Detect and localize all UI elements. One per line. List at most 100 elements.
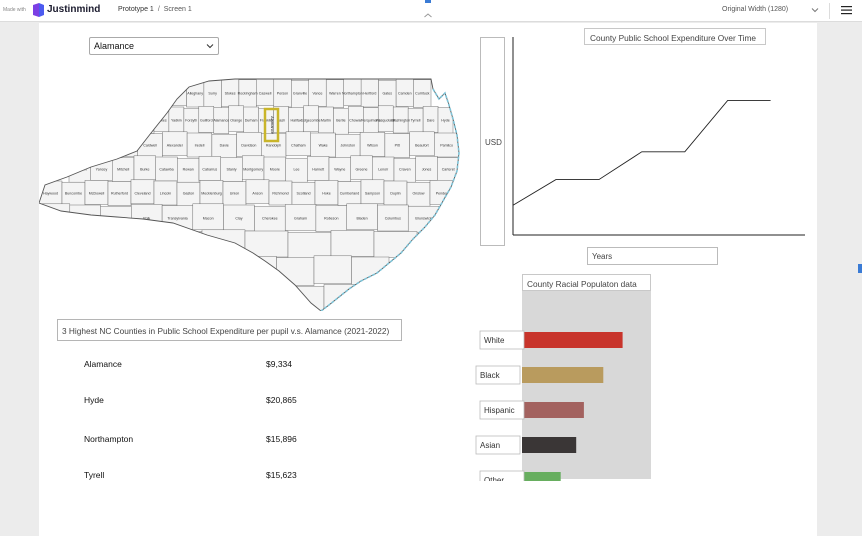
county-shape[interactable] xyxy=(313,255,352,285)
county-label: Mitchell xyxy=(117,168,129,172)
county-label: Rutherford xyxy=(111,192,128,196)
toolbar-divider xyxy=(829,3,830,19)
breadcrumb-screen[interactable]: Screen 1 xyxy=(164,6,192,13)
county-label: Chatham xyxy=(291,144,306,148)
county-label: Stanly xyxy=(227,168,237,172)
county-shape[interactable] xyxy=(287,231,332,259)
county-label: Carteret xyxy=(442,168,455,172)
prototype-canvas: Alamance Ashe Alleghany Surry Stokes Rocking… xyxy=(39,23,817,536)
county-shape[interactable] xyxy=(153,105,170,133)
county-shape[interactable] xyxy=(112,132,138,157)
county-label: Yadkin xyxy=(171,119,182,123)
county-shape[interactable] xyxy=(201,229,246,257)
county-shape[interactable] xyxy=(238,256,277,285)
county-label: Avery xyxy=(121,144,130,148)
top-bar: Made with Justinmind Prototype 1/ Screen … xyxy=(0,0,862,22)
bar-hispanic xyxy=(522,402,584,418)
county-shape[interactable] xyxy=(138,107,155,134)
county-label: Alexander xyxy=(167,144,184,148)
county-label: Catawba xyxy=(159,168,173,172)
county-label: Craven xyxy=(399,168,411,172)
county-label: Cabarrus xyxy=(202,168,217,172)
county-label: Warren xyxy=(329,92,341,96)
expenditure-highlights-title: 3 Highest NC Counties in Public School E… xyxy=(57,319,402,341)
county-name: Northampton xyxy=(84,434,134,444)
county-label: Duplin xyxy=(390,192,400,196)
county-label: Lee xyxy=(294,168,300,172)
collapse-toolbar-icon[interactable] xyxy=(421,0,435,22)
breadcrumb-prototype[interactable]: Prototype 1 xyxy=(118,6,154,13)
justinmind-logo-icon xyxy=(33,3,44,17)
county-label: Camden xyxy=(398,92,412,96)
county-shape[interactable] xyxy=(39,203,71,231)
county-label: Person xyxy=(277,92,288,96)
expenditure-line-chart xyxy=(512,37,805,236)
bar-other xyxy=(522,472,561,481)
county-amount: $20,865 xyxy=(266,395,297,405)
county-label: Iredell xyxy=(195,144,205,148)
county-label: Johnston xyxy=(341,144,356,148)
county-label: Wilson xyxy=(367,144,378,148)
county-label: Moore xyxy=(270,168,280,172)
county-name: Alamance xyxy=(84,359,122,369)
county-label: Alleghany xyxy=(187,92,203,96)
menu-icon[interactable] xyxy=(841,5,852,15)
bar-category-label: Black xyxy=(480,371,501,380)
county-label: Swain xyxy=(50,217,60,221)
county-label: Burke xyxy=(140,168,149,172)
line-chart-title: County Public School Expenditure Over Ti… xyxy=(584,28,766,45)
county-shape[interactable] xyxy=(323,284,360,311)
county-select[interactable]: Alamance xyxy=(89,37,219,55)
county-shape[interactable] xyxy=(158,231,203,258)
width-select[interactable]: Original Width (1280) xyxy=(722,6,788,13)
county-label: Rockingham xyxy=(238,92,258,96)
county-label: McDowell xyxy=(89,192,105,196)
county-name: Hyde xyxy=(84,395,104,405)
chevron-down-icon xyxy=(206,44,214,49)
county-label: Lincoln xyxy=(160,192,171,196)
county-label: Pamlico xyxy=(440,144,453,148)
county-shape[interactable] xyxy=(69,204,101,232)
brand-name: Justinmind xyxy=(47,4,101,15)
county-label: Davie xyxy=(220,144,229,148)
county-shape[interactable] xyxy=(244,230,289,258)
breadcrumb: Prototype 1/ Screen 1 xyxy=(118,6,192,13)
county-label: Robeson xyxy=(324,217,338,221)
county-label: Graham xyxy=(294,217,307,221)
county-shape[interactable] xyxy=(100,205,132,233)
county-label: Davidson xyxy=(241,144,256,148)
selected-county-label: Alamance xyxy=(270,116,275,135)
county-label: Guilford xyxy=(200,119,213,123)
county-label: Caswell xyxy=(259,92,272,96)
county-label: Hoke xyxy=(322,192,330,196)
county-shape[interactable] xyxy=(351,256,390,286)
county-shape[interactable] xyxy=(68,157,91,183)
county-shape[interactable] xyxy=(373,231,418,258)
county-label: Forsyth xyxy=(185,119,197,123)
side-panel-handle[interactable] xyxy=(858,264,862,273)
county-label: Dare xyxy=(427,119,435,123)
county-label: Columbus xyxy=(385,217,401,221)
bar-category-label: White xyxy=(484,336,505,345)
county-shape[interactable] xyxy=(330,230,375,257)
county-label: Sampson xyxy=(365,192,380,196)
county-label: Wayne xyxy=(334,168,345,172)
bar-asian xyxy=(522,437,577,453)
county-label: Martin xyxy=(321,119,331,123)
line-chart-y-axis-label-box: USD xyxy=(480,37,505,246)
county-label: Onslow xyxy=(413,192,425,196)
nc-county-map[interactable]: Ashe Alleghany Surry Stokes Rockingham Caswel… xyxy=(39,75,469,311)
county-label: Surry xyxy=(208,92,217,96)
county-shape[interactable] xyxy=(276,257,315,286)
county-select-value: Alamance xyxy=(94,41,135,51)
county-label: Hertford xyxy=(363,92,376,96)
line-series xyxy=(512,99,771,206)
county-label: Yancey xyxy=(96,168,108,172)
county-label: Haywood xyxy=(43,192,58,196)
county-label: Greene xyxy=(356,168,368,172)
county-label: Wake xyxy=(319,144,328,148)
county-label: Washington xyxy=(391,119,410,123)
county-label: Cumberland xyxy=(340,192,360,196)
county-amount: $15,623 xyxy=(266,470,297,480)
chevron-down-icon[interactable] xyxy=(810,5,820,15)
